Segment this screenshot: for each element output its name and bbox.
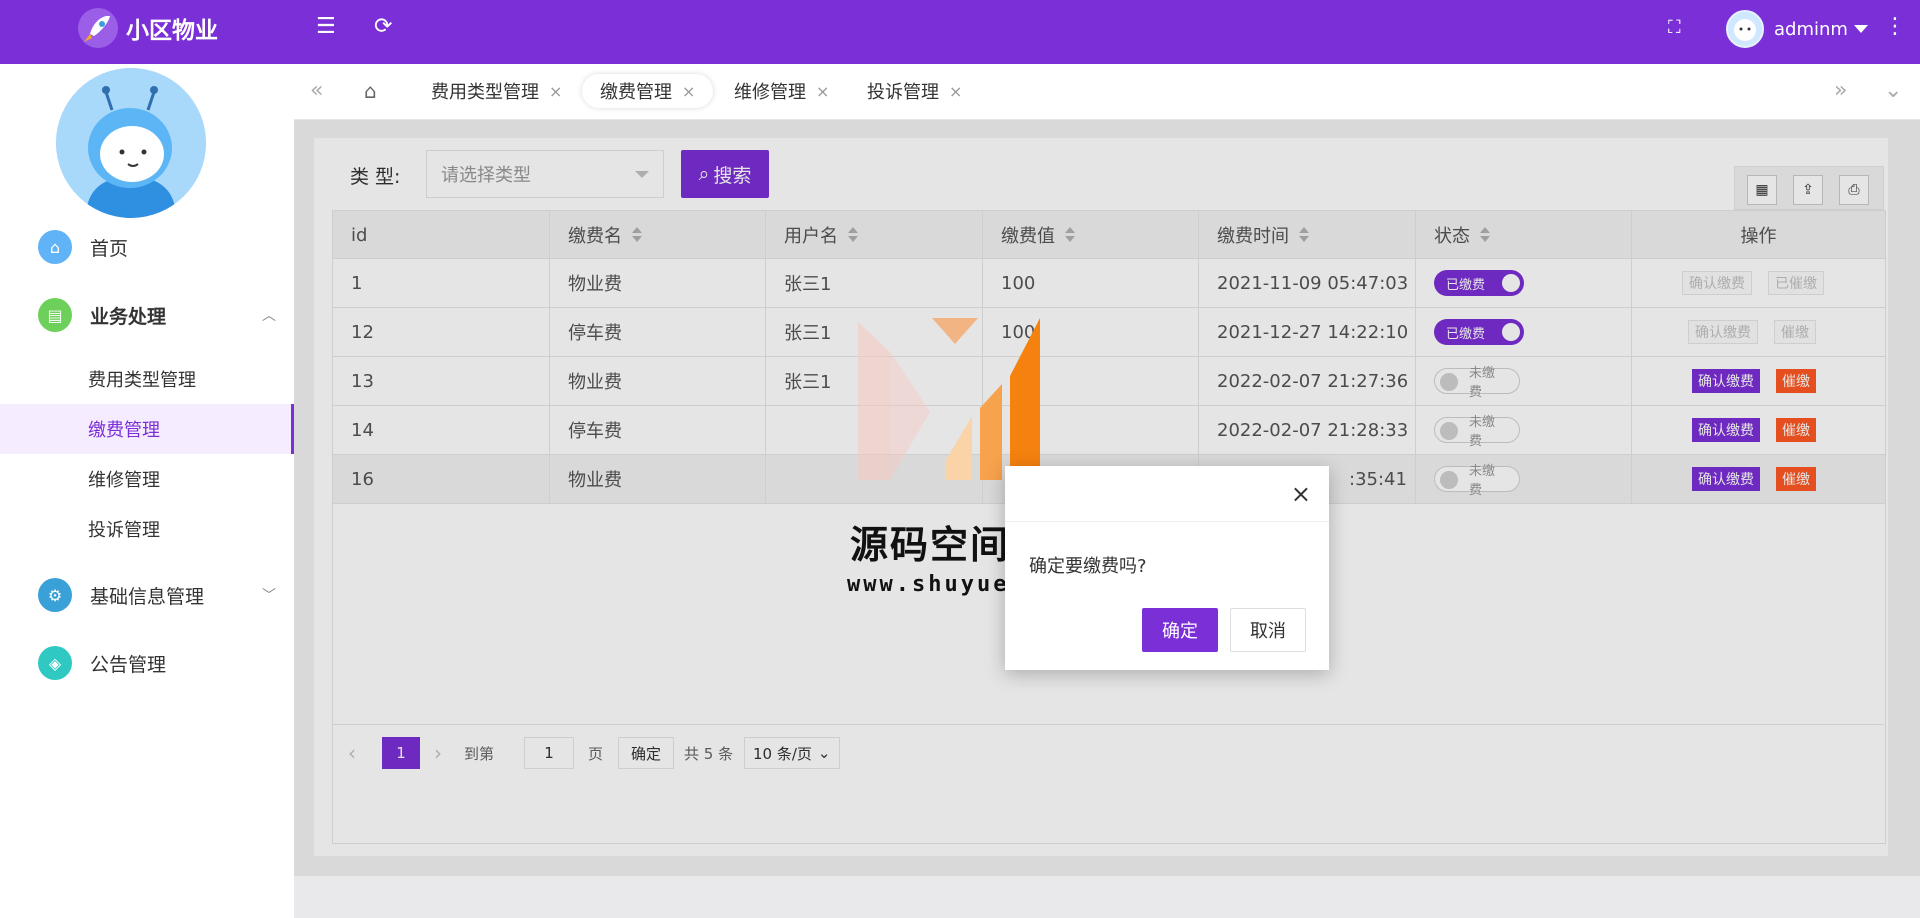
avatar — [56, 68, 206, 218]
confirm-dialog: × 确定要缴费吗? 确定 取消 — [1005, 466, 1329, 670]
close-icon[interactable]: × — [1291, 480, 1311, 508]
user-name: adminm — [1774, 18, 1848, 40]
close-icon[interactable]: × — [949, 82, 962, 101]
chevron-down-icon: ﹀ — [262, 588, 276, 604]
tab-fee-type[interactable]: 费用类型管理 × — [431, 74, 562, 108]
sidebar-item-payment[interactable]: 缴费管理 — [0, 404, 294, 454]
cancel-button[interactable]: 取消 — [1230, 608, 1306, 652]
building-icon: ▤ — [38, 298, 72, 332]
footer-strip — [294, 876, 1920, 918]
app-logo[interactable]: 小区物业 — [78, 8, 218, 48]
dialog-header: × — [1005, 466, 1329, 522]
apps-icon: ◈ — [38, 646, 72, 680]
sidebar-item-repair[interactable]: 维修管理 — [0, 454, 294, 504]
more-vertical-icon[interactable]: ⋮ — [1884, 14, 1906, 39]
sidebar-item-complaint[interactable]: 投诉管理 — [0, 504, 294, 554]
sidebar-item-home[interactable]: ⌂ 首页 — [0, 222, 294, 272]
dialog-message: 确定要缴费吗? — [1029, 556, 1147, 577]
sidebar-item-fee-type[interactable]: 费用类型管理 — [0, 354, 294, 404]
close-icon[interactable]: × — [549, 82, 562, 101]
home-icon: ⌂ — [38, 230, 72, 264]
sidebar-item-business[interactable]: ▤ 业务处理 ︿ — [0, 290, 294, 340]
sidebar-item-basic-info[interactable]: ⚙ 基础信息管理 ﹀ — [0, 570, 294, 620]
avatar — [1726, 10, 1764, 48]
tab-repair[interactable]: 维修管理 × — [734, 74, 829, 108]
watermark-logo — [858, 318, 1040, 480]
tab-payment[interactable]: 缴费管理 × — [582, 74, 714, 108]
chevron-up-icon: ︿ — [262, 308, 276, 324]
rocket-icon — [78, 8, 118, 48]
top-header: 小区物业 ☰ ⟳ ⛶ adminm ⋮ — [0, 0, 1920, 64]
sidebar: ⌂ 首页 ▤ 业务处理 ︿ 费用类型管理 缴费管理 维修管理 投诉管理 ⚙ 基础… — [0, 64, 294, 918]
user-menu[interactable]: adminm — [1726, 10, 1868, 48]
home-icon[interactable]: ⌂ — [364, 79, 377, 103]
close-icon[interactable]: × — [816, 82, 829, 101]
menu-fold-icon[interactable]: ☰ — [316, 14, 336, 39]
refresh-icon[interactable]: ⟳ — [374, 14, 392, 39]
close-icon[interactable]: × — [682, 82, 695, 101]
caret-down-icon — [1853, 25, 1868, 33]
tab-complaint[interactable]: 投诉管理 × — [867, 74, 962, 108]
sidebar-item-notice[interactable]: ◈ 公告管理 — [0, 638, 294, 688]
confirm-button[interactable]: 确定 — [1142, 608, 1218, 652]
tabs-next-icon[interactable]: » — [1834, 78, 1847, 103]
fullscreen-icon[interactable]: ⛶ — [1668, 17, 1681, 38]
chevron-down-icon[interactable]: ⌄ — [1884, 78, 1902, 103]
tabs-prev-icon[interactable]: « — [310, 78, 323, 103]
gear-icon: ⚙ — [38, 578, 72, 612]
app-title: 小区物业 — [126, 18, 218, 44]
tab-bar: « ⌂ 费用类型管理 × 缴费管理 × 维修管理 × 投诉管理 × » ⌄ — [294, 64, 1920, 120]
